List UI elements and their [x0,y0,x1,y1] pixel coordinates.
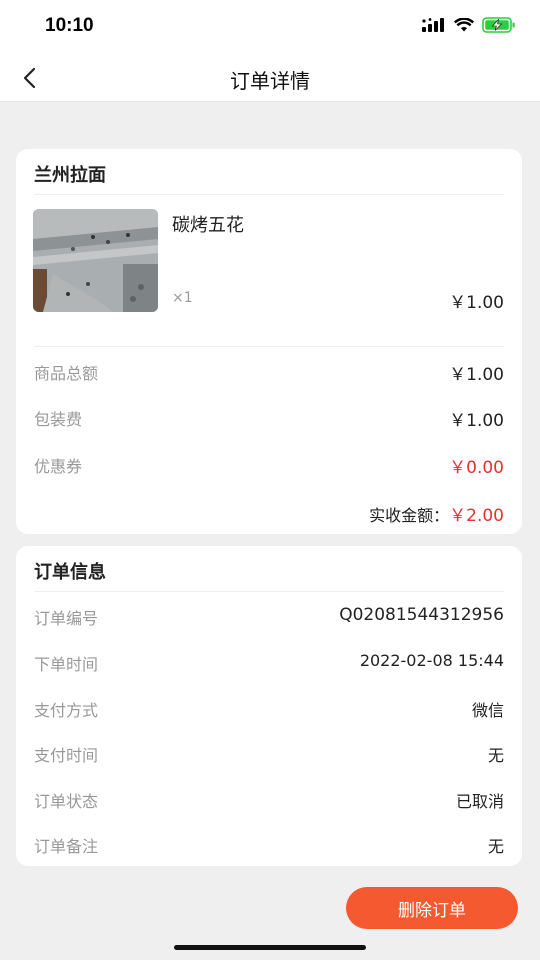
info-label: 订单备注 [34,837,99,856]
product-name: 碳烤五花 [172,215,244,236]
order-items-card: 兰州拉面 碳烤五花 ×1 ￥1.00 商品总额 ￥1.00 包装费 ￥1.00 … [16,149,522,534]
status-bar: 10:10 [0,0,540,54]
summary-value: ￥1.00 [449,365,504,385]
divider [34,591,504,592]
info-label: 订单状态 [34,792,99,811]
wifi-icon [454,18,474,32]
info-value: 微信 [471,701,504,720]
page-title: 订单详情 [230,69,310,93]
info-value: 2022-02-08 15:44 [359,651,504,670]
summary-row-coupon: 优惠券 ￥0.00 [34,453,504,478]
info-row-order-note: 订单备注 无 [34,833,504,857]
total-label: 实收金额： [369,506,450,525]
summary-value: ￥1.00 [449,411,504,431]
info-value: 无 [487,746,504,765]
total-row: 实收金额：￥2.00 [369,501,504,526]
info-label: 支付方式 [34,701,99,720]
status-time: 10:10 [45,15,94,36]
delete-order-button[interactable]: 删除订单 [346,887,518,929]
summary-label: 优惠券 [34,457,83,476]
info-value: 已取消 [455,792,504,811]
info-row-order-status: 订单状态 已取消 [34,788,504,812]
total-value: ￥2.00 [449,506,504,526]
info-row-order-number: 订单编号 Q02081544312956 [34,605,504,629]
info-value: Q02081544312956 [339,605,504,625]
summary-row-subtotal: 商品总额 ￥1.00 [34,360,504,385]
info-label: 支付时间 [34,746,99,765]
info-row-order-time: 下单时间 2022-02-08 15:44 [34,651,504,675]
summary-value: ￥0.00 [449,458,504,478]
status-icons [422,17,516,33]
battery-charging-icon [482,17,515,33]
info-label: 下单时间 [34,655,99,674]
info-label: 订单编号 [34,609,99,628]
summary-row-packaging: 包装费 ￥1.00 [34,406,504,431]
divider [34,346,504,347]
product-image[interactable] [33,209,158,312]
order-info-title: 订单信息 [34,562,106,583]
signal-icon [422,18,444,32]
summary-label: 商品总额 [34,364,99,383]
summary-label: 包装费 [34,410,83,429]
store-name: 兰州拉面 [34,165,106,186]
info-row-payment-method: 支付方式 微信 [34,697,504,721]
product-photo [33,209,158,312]
product-price: ￥1.00 [449,293,504,313]
info-value: 无 [487,837,504,856]
order-info-card: 订单信息 订单编号 Q02081544312956 下单时间 2022-02-0… [16,546,522,866]
nav-bar: 订单详情 [0,54,540,102]
home-indicator[interactable] [174,945,366,950]
product-quantity: ×1 [172,290,193,306]
info-row-payment-time: 支付时间 无 [34,742,504,766]
divider [34,194,504,195]
